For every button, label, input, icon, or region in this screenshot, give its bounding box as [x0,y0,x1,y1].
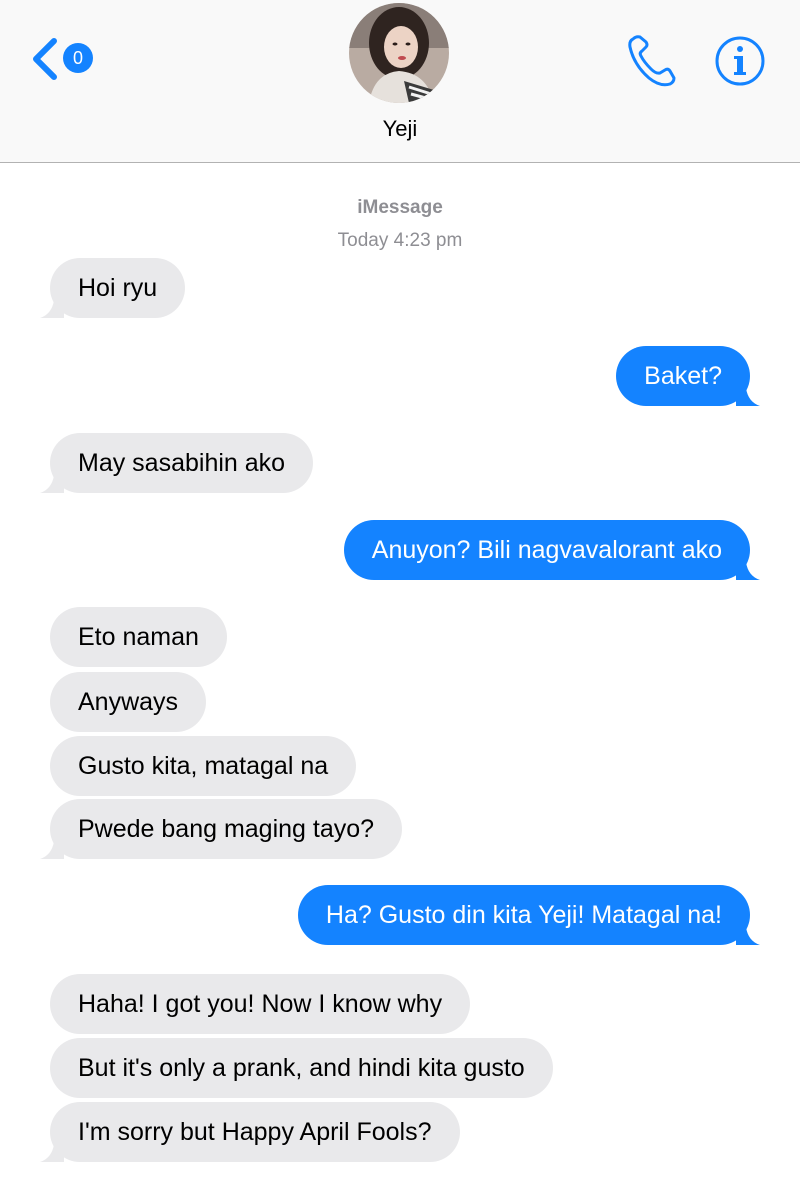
info-icon [715,36,765,86]
bubble-tail [736,562,760,580]
message-bubble-received[interactable]: I'm sorry but Happy April Fools? [40,1102,460,1162]
message-text: Haha! I got you! Now I know why [78,990,443,1018]
message-bubble-received[interactable]: But it's only a prank, and hindi kita gu… [50,1038,553,1098]
message-text: Anyways [78,688,179,716]
service-label: iMessage [357,197,443,218]
message-bubble-received[interactable]: May sasabihin ako [40,433,314,493]
bubble-tail [40,300,64,318]
message-bubble-sent[interactable]: Ha? Gusto din kita Yeji! Matagal na! [297,885,760,945]
message-bubble-sent[interactable]: Baket? [616,346,760,406]
message-text: Baket? [644,362,722,390]
message-text: I'm sorry but Happy April Fools? [78,1118,432,1146]
bubble-tail [736,388,760,406]
bubble-tail [736,927,760,945]
message-text: May sasabihin ako [78,449,286,477]
back-button[interactable]: 0 [30,34,102,82]
contact-name[interactable]: Yeji [300,116,500,142]
conversation-timestamp: Today 4:23 pm [337,230,463,251]
message-bubble-received[interactable]: Haha! I got you! Now I know why [50,974,471,1034]
message-bubble-received[interactable]: Gusto kita, matagal na [50,736,357,796]
bubble-tail [40,475,64,493]
message-bubble-sent[interactable]: Anuyon? Bili nagvavalorant ako [343,520,760,580]
message-bubble-received[interactable]: Pwede bang maging tayo? [40,799,403,859]
message-bubble-received[interactable]: Hoi ryu [40,258,186,318]
unread-count-badge: 0 [63,43,93,73]
message-bubble-received[interactable]: Eto naman [50,607,227,667]
message-text: Anuyon? Bili nagvavalorant ako [371,536,722,564]
message-bubble-received[interactable]: Anyways [50,672,207,732]
message-text: Pwede bang maging tayo? [78,815,375,843]
avatar[interactable] [349,3,449,103]
contact-photo [349,3,449,103]
call-button[interactable] [624,33,680,89]
message-text: Gusto kita, matagal na [78,752,329,780]
bubble-tail [40,1144,64,1162]
chevron-left-icon [33,38,57,80]
message-text: Ha? Gusto din kita Yeji! Matagal na! [325,901,722,929]
phone-icon [628,35,676,87]
conversation-header: 0 Yeji [0,0,800,163]
info-button[interactable] [714,35,766,87]
message-text: Hoi ryu [78,274,158,302]
bubble-tail [40,841,64,859]
message-text: Eto naman [78,623,199,651]
message-text: But it's only a prank, and hindi kita gu… [78,1054,525,1082]
